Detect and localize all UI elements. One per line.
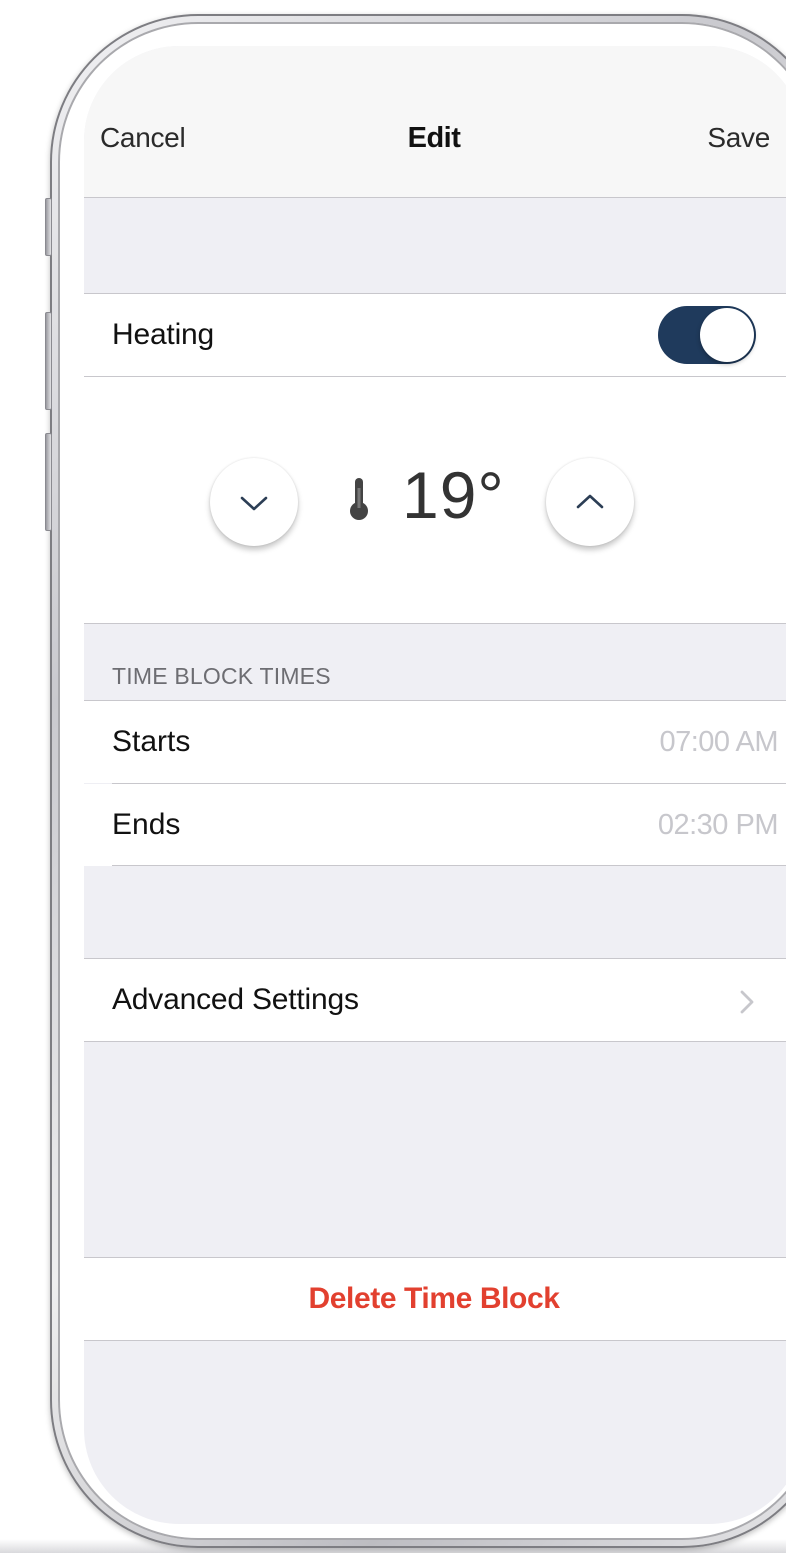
- navigation-bar: Cancel Edit Save: [84, 46, 786, 198]
- heating-toggle[interactable]: [658, 306, 756, 364]
- save-button[interactable]: Save: [707, 122, 770, 154]
- heating-label: Heating: [112, 318, 215, 351]
- temperature-panel: 19°: [84, 377, 786, 623]
- divider: [84, 623, 786, 624]
- divider: [84, 1340, 786, 1341]
- toggle-knob: [700, 308, 754, 362]
- divider: [84, 1041, 786, 1042]
- advanced-settings-row[interactable]: Advanced Settings: [84, 959, 786, 1041]
- section-header-time-block: TIME BLOCK TIMES: [112, 663, 331, 689]
- decrease-temperature-button[interactable]: [210, 458, 298, 546]
- delete-label: Delete Time Block: [308, 1282, 560, 1315]
- device-mockup: Cancel Edit Save Heating 19° TIME BLOCK …: [0, 0, 786, 1553]
- app-screen: Cancel Edit Save Heating 19° TIME BLOCK …: [84, 46, 786, 1524]
- divider: [112, 865, 786, 866]
- heating-row: Heating: [84, 294, 786, 376]
- delete-time-block-button[interactable]: Delete Time Block: [84, 1258, 786, 1340]
- starts-value: 07:00 AM: [659, 726, 778, 758]
- chevron-down-icon: [240, 496, 268, 511]
- increase-temperature-button[interactable]: [546, 458, 634, 546]
- starts-row[interactable]: Starts 07:00 AM: [84, 701, 786, 783]
- ends-value: 02:30 PM: [657, 809, 779, 841]
- ends-label: Ends: [112, 808, 181, 841]
- chevron-right-icon: [740, 990, 754, 1014]
- volume-down-button: [45, 433, 52, 531]
- chevron-up-icon: [576, 494, 604, 509]
- mute-switch: [45, 198, 52, 256]
- page-title: Edit: [407, 122, 461, 154]
- starts-label: Starts: [112, 725, 191, 758]
- ends-row[interactable]: Ends 02:30 PM: [84, 784, 786, 866]
- thermometer-icon: [346, 474, 372, 529]
- temperature-value: 19°: [402, 458, 505, 532]
- volume-up-button: [45, 312, 52, 410]
- advanced-settings-label: Advanced Settings: [112, 983, 359, 1016]
